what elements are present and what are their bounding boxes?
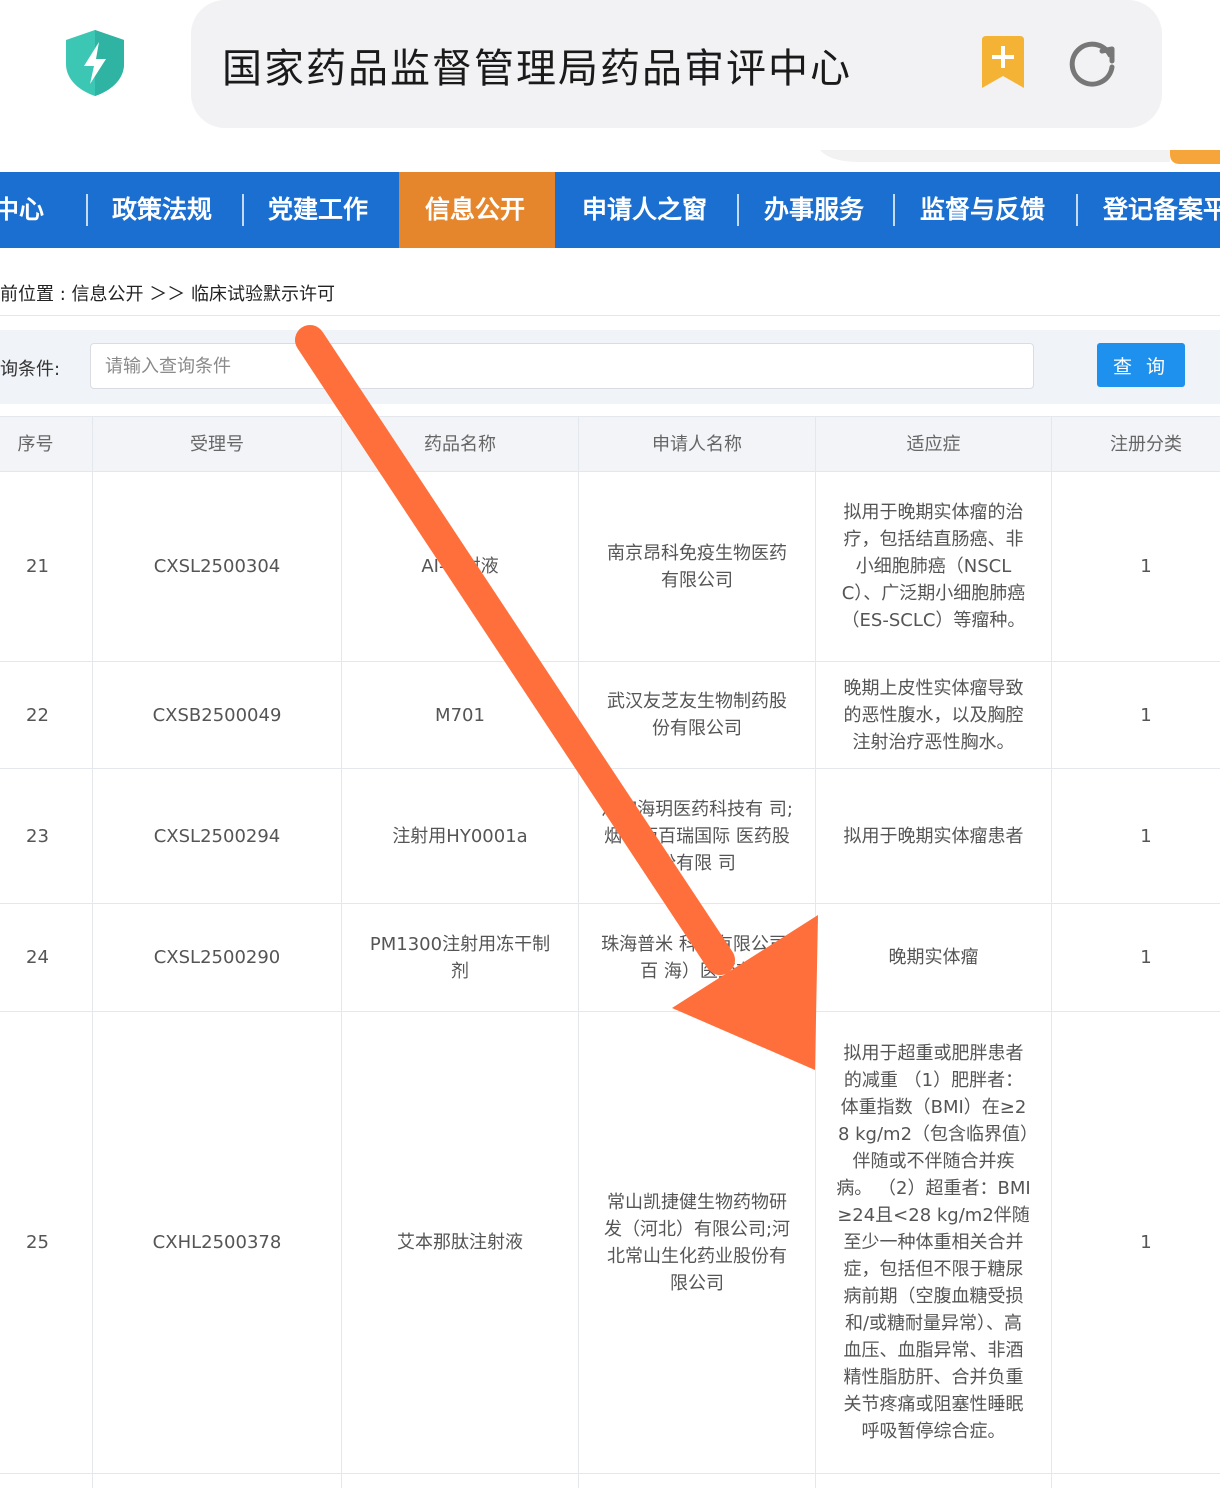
cell-drug-name: PM1300注射用冻干制剂 — [341, 903, 579, 1012]
cell-category: 1 — [1051, 471, 1220, 662]
cell-seq: 23 — [0, 768, 93, 904]
shield-bolt-icon[interactable] — [62, 28, 128, 98]
table-row: 23 CXSL2500294 注射用HY0001a 汇宇海玥医药科技有 司;烟台… — [0, 768, 1220, 904]
partial-search-box — [820, 150, 1220, 164]
refresh-icon[interactable] — [1066, 37, 1118, 89]
cell-indication: 拟用于晚期实体瘤患者 — [815, 768, 1052, 904]
header-category: 注册分类 — [1051, 416, 1220, 472]
url-title[interactable]: 国家药品监督管理局药品审评中心 — [222, 36, 852, 94]
cell-seq: 25 — [0, 1011, 93, 1474]
nav-item-applicant-window[interactable]: 申请人之窗 — [582, 172, 707, 248]
cell-indication: 拟用于晚期实体瘤的治疗，包括结直肠癌、非小细胞肺癌（NSCLC）、广泛期小细胞肺… — [815, 471, 1052, 662]
cell-seq: 21 — [0, 471, 93, 662]
nav-item-registration[interactable]: 登记备案平 — [1103, 172, 1220, 248]
cell-indication: 晚期上皮性实体瘤导致的恶性腹水，以及胸腔注射治疗恶性胸水。 — [815, 661, 1052, 769]
cell-drug-name: M701 — [341, 661, 579, 769]
search-button[interactable]: 查 询 — [1097, 343, 1185, 387]
search-label: 询条件: — [0, 359, 61, 380]
nav-item-supervision[interactable]: 监督与反馈 — [920, 172, 1045, 248]
browser-toolbar: 国家药品监督管理局药品审评中心 — [0, 0, 1220, 160]
nav-separator — [893, 194, 895, 226]
cell-seq: 24 — [0, 903, 93, 1012]
search-input[interactable] — [90, 343, 1034, 389]
cell-empty — [92, 1473, 342, 1488]
header-seq: 序号 — [0, 416, 93, 472]
cell-empty — [815, 1473, 1052, 1488]
cell-acceptance-no: CXSL2500290 — [92, 903, 342, 1012]
cell-applicant: 常山凯捷健生物药物研发（河北）有限公司;河北常山生化药业股份有限公司 — [578, 1011, 816, 1474]
nav-separator — [1076, 194, 1078, 226]
cell-category: 1 — [1051, 661, 1220, 769]
cell-indication: 晚期实体瘤 — [815, 903, 1052, 1012]
cell-category: 1 — [1051, 768, 1220, 904]
cell-indication: 拟用于超重或肥胖患者的减重 （1）肥胖者：体重指数（BMI）在≥28 kg/m2… — [815, 1011, 1052, 1474]
nav-item-info-public[interactable]: 信息公开 — [399, 172, 555, 248]
nav-separator — [737, 194, 739, 226]
table-row: 22 CXSB2500049 M701 武汉友芝友生物制药股份有限公司 晚期上皮… — [0, 661, 1220, 769]
nav-item-party[interactable]: 党建工作 — [268, 172, 368, 248]
breadcrumb: 前位置 : 信息公开 ＞＞ 临床试验默示许可 — [0, 284, 335, 305]
nav-item-policy[interactable]: 政策法规 — [112, 172, 212, 248]
cell-seq: 22 — [0, 661, 93, 769]
table-row: 21 CXSL2500304 AI-0 射液 南京昂科免疫生物医药有限公司 拟用… — [0, 471, 1220, 662]
table-row — [0, 1473, 1220, 1488]
cell-drug-name: AI-0 射液 — [341, 471, 579, 662]
header-applicant: 申请人名称 — [578, 416, 816, 472]
main-nav: 中心 政策法规 党建工作 信息公开 申请人之窗 办事服务 监督与反馈 登记备案平 — [0, 172, 1220, 248]
header-indication: 适应症 — [815, 416, 1052, 472]
table-row: 25 CXHL2500378 艾本那肽注射液 常山凯捷健生物药物研发（河北）有限… — [0, 1011, 1220, 1474]
cell-applicant: 武汉友芝友生物制药股份有限公司 — [578, 661, 816, 769]
header-drug-name: 药品名称 — [341, 416, 579, 472]
nav-separator — [242, 194, 244, 226]
cell-drug-name: 注射用HY0001a — [341, 768, 579, 904]
add-bookmark-icon[interactable] — [978, 34, 1028, 90]
cell-empty — [1051, 1473, 1220, 1488]
cell-category: 1 — [1051, 1011, 1220, 1474]
cell-empty — [0, 1473, 93, 1488]
cell-acceptance-no: CXSL2500294 — [92, 768, 342, 904]
nav-item-center[interactable]: 中心 — [0, 172, 44, 248]
cell-empty — [341, 1473, 579, 1488]
table-header-row: 序号 受理号 药品名称 申请人名称 适应症 注册分类 — [0, 416, 1220, 472]
cell-applicant: 珠海普米 科技有限公司;百 海）医药有 — [578, 903, 816, 1012]
cell-applicant: 南京昂科免疫生物医药有限公司 — [578, 471, 816, 662]
cell-applicant: 汇宇海玥医药科技有 司;烟台迈百瑞国际 医药股份有限 司 — [578, 768, 816, 904]
cell-acceptance-no: CXHL2500378 — [92, 1011, 342, 1474]
table-row: 24 CXSL2500290 PM1300注射用冻干制剂 珠海普米 科技有限公司… — [0, 903, 1220, 1012]
cell-drug-name: 艾本那肽注射液 — [341, 1011, 579, 1474]
results-table: 序号 受理号 药品名称 申请人名称 适应症 注册分类 21 CXSL250030… — [0, 416, 1220, 1488]
cell-category: 1 — [1051, 903, 1220, 1012]
cell-acceptance-no: CXSB2500049 — [92, 661, 342, 769]
cell-acceptance-no: CXSL2500304 — [92, 471, 342, 662]
cell-empty — [578, 1473, 816, 1488]
nav-item-services[interactable]: 办事服务 — [764, 172, 864, 248]
nav-separator — [86, 194, 88, 226]
header-acceptance-no: 受理号 — [92, 416, 342, 472]
